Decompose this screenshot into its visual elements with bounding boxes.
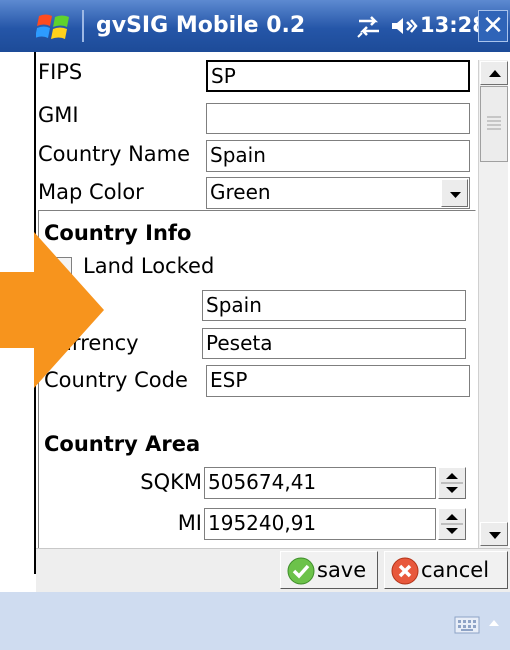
app-title: gvSIG Mobile 0.2 (96, 13, 306, 38)
clock[interactable]: 13:28 (420, 13, 487, 37)
scroll-thumb[interactable] (480, 86, 508, 162)
orange-arrow-icon (0, 230, 104, 410)
mi-label: MI (177, 511, 202, 535)
mi-field[interactable]: 195240,91 (204, 508, 436, 540)
save-button[interactable]: save (280, 551, 378, 589)
fips-label: FIPS (38, 60, 83, 84)
fips-field[interactable]: SP (206, 60, 470, 92)
sqkm-stepper[interactable] (438, 467, 466, 499)
country-code-field[interactable]: ESP (206, 365, 470, 397)
connectivity-arrows-icon[interactable] (356, 13, 382, 39)
title-separator (82, 10, 84, 42)
map-color-dropdown-button[interactable] (441, 179, 468, 207)
country-area-heading: Country Area (44, 432, 201, 456)
sqkm-field[interactable]: 505674,41 (204, 467, 436, 499)
soft-input-bar (0, 592, 510, 650)
mi-stepper[interactable] (438, 508, 466, 540)
cancel-x-icon (391, 557, 419, 585)
check-icon (287, 557, 315, 585)
map-color-select[interactable]: Green (206, 177, 470, 209)
close-button[interactable]: ✕ (478, 10, 508, 42)
windows-flag-icon[interactable] (35, 12, 72, 42)
keyboard-icon[interactable] (454, 616, 480, 634)
name-field[interactable]: Spain (202, 290, 466, 321)
cancel-button[interactable]: cancel (384, 551, 508, 589)
map-color-label: Map Color (38, 180, 144, 204)
scroll-down-button[interactable] (480, 522, 508, 546)
country-name-field[interactable]: Spain (206, 140, 470, 172)
map-color-value: Green (210, 180, 271, 204)
cancel-label: cancel (421, 558, 490, 582)
currency-field[interactable]: Peseta (202, 328, 466, 359)
country-name-label: Country Name (38, 142, 191, 166)
volume-icon[interactable] (390, 13, 420, 39)
sqkm-label: SQKM (140, 470, 202, 494)
chevron-up-icon[interactable] (486, 615, 502, 631)
scroll-up-button[interactable] (480, 61, 508, 85)
gmi-field[interactable] (206, 103, 470, 134)
gmi-label: GMI (38, 103, 79, 127)
save-label: save (317, 558, 367, 582)
